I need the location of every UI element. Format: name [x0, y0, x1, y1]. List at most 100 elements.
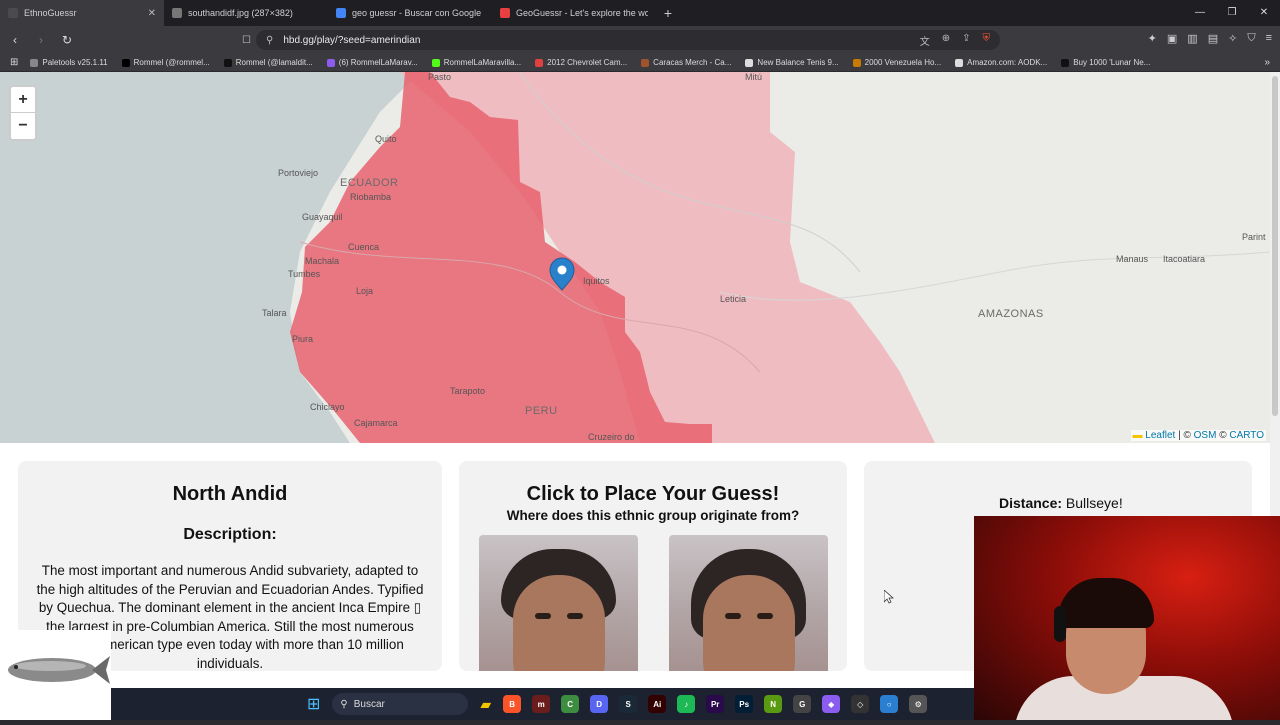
search-icon: ⚲	[340, 698, 348, 710]
guess-map[interactable]: Pasto Mitú Quito Portoviejo ECUADOR Riobamba G…	[0, 72, 1270, 443]
zoom-control: + −	[9, 85, 37, 141]
map-label: Iquitos	[583, 276, 610, 286]
bookmark-item[interactable]: Buy 1000 'Lunar Ne...	[1061, 58, 1150, 67]
back-icon[interactable]: ‹	[8, 33, 22, 47]
tab-favicon-icon	[500, 8, 510, 18]
guess-title: Click to Place Your Guess!	[526, 483, 780, 505]
map-label: Talara	[262, 308, 287, 318]
bookmark-favicon-icon	[121, 58, 130, 67]
share-icon[interactable]: ⇪	[962, 33, 970, 48]
bookmark-label: New Balance Tenis 9...	[757, 58, 839, 67]
sidebar-icon[interactable]: ▥	[1187, 32, 1197, 45]
browser-tab-2[interactable]: geo guessr - Buscar con Google	[328, 0, 492, 26]
tab-label: southandidf.jpg (287×382)	[188, 8, 293, 18]
ukraine-flag-icon: ▬	[1132, 430, 1143, 441]
guess-card: Click to Place Your Guess! Where does th…	[459, 461, 847, 671]
bookmark-favicon-icon	[431, 58, 440, 67]
taskbar-search-placeholder: Buscar	[353, 698, 385, 710]
settings-app-icon[interactable]: ⚙	[909, 695, 928, 713]
tab-label: EthnoGuessr	[24, 8, 77, 18]
new-tab-button[interactable]: +	[656, 5, 680, 21]
male-face-image	[478, 535, 638, 671]
vpn-icon[interactable]: ⛉	[1247, 32, 1255, 45]
menu-icon[interactable]: ≡	[1266, 32, 1272, 45]
app-app-icon[interactable]: G	[793, 695, 812, 713]
map-label: Manaus	[1116, 254, 1149, 264]
bookmark-label: 2012 Chevrolet Cam...	[547, 58, 628, 67]
bookmark-item[interactable]: (6) RommelLaMarav...	[326, 58, 418, 67]
browser-tab-bar: EthnoGuessr ✕ southandidf.jpg (287×382) geo…	[0, 0, 1280, 26]
bookmark-item[interactable]: RommelLaMaravilla...	[431, 58, 521, 67]
carto-link[interactable]: CARTO	[1229, 430, 1264, 441]
fish-overlay-image	[0, 630, 111, 720]
map-label: Parint	[1242, 232, 1266, 242]
brave-shield-icon[interactable]: ⛨	[983, 33, 991, 48]
spotify-app-icon[interactable]: ♪	[677, 695, 696, 713]
ethnic-group-title: North Andid	[172, 483, 288, 505]
reader-icon[interactable]: ▤	[1208, 32, 1218, 45]
browser-tab-1[interactable]: southandidf.jpg (287×382)	[164, 0, 328, 26]
tab-label: GeoGuessr - Let's explore the world!	[516, 8, 648, 18]
bookmark-item[interactable]: 2000 Venezuela Ho...	[852, 58, 942, 67]
bookmark-favicon-icon	[223, 58, 232, 67]
bookmark-item[interactable]: Amazon.com: AODK...	[955, 58, 1047, 67]
zoom-out-button[interactable]: −	[11, 113, 35, 139]
bookmark-item[interactable]: Paletools v25.1.11	[30, 58, 108, 67]
chrome-app-icon[interactable]: C	[561, 695, 580, 713]
close-window-icon[interactable]: ✕	[1248, 0, 1280, 26]
bookmark-item[interactable]: New Balance Tenis 9...	[745, 58, 839, 67]
restore-icon[interactable]: ❐	[1216, 0, 1248, 26]
mailchimp-app-icon[interactable]: m	[532, 695, 551, 713]
forward-icon[interactable]: ›	[34, 33, 48, 47]
bookmark-item[interactable]: Caracas Merch - Ca...	[641, 58, 731, 67]
brave-app-icon[interactable]: B	[503, 695, 522, 713]
bookmark-favicon-icon	[745, 58, 754, 67]
zoom-icon[interactable]: ⊕	[942, 33, 950, 48]
bookmark-item[interactable]: Rommel (@rommel...	[121, 58, 210, 67]
browser-app-icon[interactable]: ○	[880, 695, 899, 713]
tab-close-icon[interactable]: ✕	[148, 8, 156, 19]
extensions-icon[interactable]: ✦	[1148, 32, 1157, 45]
windows-start-icon[interactable]: ⊞	[307, 694, 320, 714]
bookmark-label: Paletools v25.1.11	[42, 58, 108, 67]
bookmark-item[interactable]: 2012 Chevrolet Cam...	[535, 58, 627, 67]
copilot-app-icon[interactable]: ◆	[822, 695, 841, 713]
more-bookmarks-icon[interactable]: »	[1264, 57, 1270, 68]
bookmark-label: Rommel (@lamaldit...	[235, 58, 313, 67]
map-label: Cruzeiro do	[588, 432, 635, 442]
url-field[interactable]: ☐ ⚲ hbd.gg/play/?seed=amerindian 文 ⊕ ⇪ ⛨	[242, 30, 1000, 50]
bookmark-favicon-icon	[641, 58, 650, 67]
female-face-image	[668, 535, 828, 671]
map-label: Machala	[305, 256, 339, 266]
map-canvas[interactable]: Pasto Mitú Quito Portoviejo ECUADOR Riobamba G…	[0, 72, 1270, 443]
browser-tab-0[interactable]: EthnoGuessr ✕	[0, 0, 164, 26]
nvidia-app-icon[interactable]: N	[764, 695, 783, 713]
leaflet-link[interactable]: Leaflet	[1145, 430, 1175, 441]
browser-tab-3[interactable]: GeoGuessr - Let's explore the world!	[492, 0, 656, 26]
photoshop-app-icon[interactable]: Ps	[735, 695, 754, 713]
wallet-icon[interactable]: ▣	[1167, 32, 1177, 45]
taskbar-search[interactable]: ⚲ Buscar	[332, 693, 469, 715]
bookmark-label: (6) RommelLaMarav...	[338, 58, 418, 67]
windows-taskbar: ⊞ ⚲ Buscar ▰ Bm C D S Ai ♪ Pr Ps N G ◆ ◇ ○ ⚙	[111, 688, 974, 720]
minimize-icon[interactable]: —	[1184, 0, 1216, 26]
file-explorer-icon[interactable]: ▰	[480, 696, 491, 713]
illustrator-app-icon[interactable]: Ai	[648, 695, 667, 713]
steam-app-icon[interactable]: S	[619, 695, 638, 713]
map-label: Piura	[292, 334, 313, 344]
translate-icon[interactable]: 文	[920, 33, 930, 48]
leo-icon[interactable]: ✧	[1228, 32, 1237, 45]
address-bar-row: ‹ › ↻ ☐ ⚲ hbd.gg/play/?seed=amerindian 文…	[0, 26, 1280, 54]
map-attribution: ▬ Leaflet | © OSM © CARTO	[1130, 430, 1266, 441]
vpn-app-icon[interactable]: ◇	[851, 695, 870, 713]
apps-grid-icon[interactable]: ⊞	[10, 57, 18, 68]
premiere-app-icon[interactable]: Pr	[706, 695, 725, 713]
bookmark-icon[interactable]: ☐	[242, 35, 251, 46]
zoom-in-button[interactable]: +	[11, 87, 35, 113]
discord-app-icon[interactable]: D	[590, 695, 609, 713]
bookmark-label: 2000 Venezuela Ho...	[864, 58, 942, 67]
osm-link[interactable]: OSM	[1194, 430, 1217, 441]
bookmark-item[interactable]: Rommel (@lamaldit...	[223, 58, 313, 67]
reload-icon[interactable]: ↻	[60, 33, 74, 47]
site-info-icon[interactable]: ⚲	[266, 35, 273, 46]
